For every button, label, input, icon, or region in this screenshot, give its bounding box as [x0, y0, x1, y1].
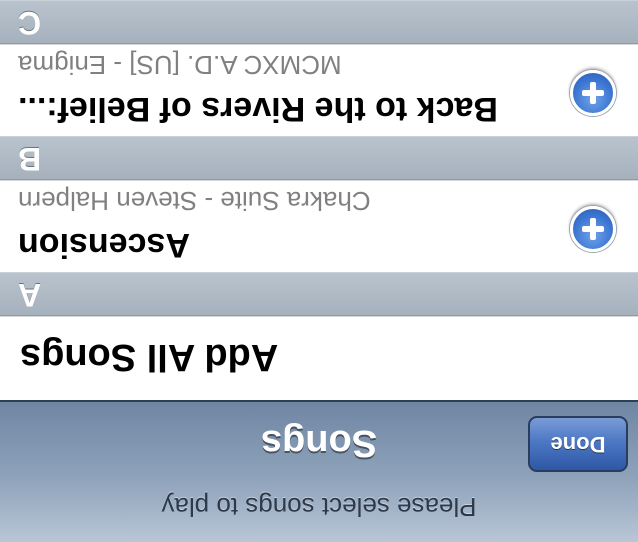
song-picker-screen: Please select songs to play Songs Done A… [0, 0, 638, 542]
navigation-bar: Please select songs to play Songs Done [0, 400, 638, 542]
section-header-c: C [0, 0, 638, 44]
add-all-songs-label: Add All Songs [20, 336, 279, 378]
section-header-a: A [0, 272, 638, 316]
plus-vertical [590, 82, 596, 104]
section-letter: A [18, 277, 42, 313]
song-title: Back to the Rivers of Belief:... [18, 90, 498, 128]
section-header-b: B [0, 136, 638, 180]
add-icon[interactable] [570, 206, 616, 252]
plus-vertical [590, 218, 596, 240]
add-icon[interactable] [570, 70, 616, 116]
add-all-songs-row[interactable]: Add All Songs [0, 316, 638, 400]
done-button[interactable]: Done [528, 416, 628, 472]
song-title: Ascension [18, 226, 190, 264]
navbar-prompt: Please select songs to play [161, 492, 477, 522]
section-letter: B [18, 141, 42, 177]
song-subtitle: MCMXC A.D. [US] - Enigma [18, 50, 342, 80]
section-letter: C [18, 5, 42, 41]
song-subtitle: Chakra Suite - Steven Halpern [18, 186, 371, 216]
song-row[interactable]: Ascension Chakra Suite - Steven Halpern [0, 180, 638, 272]
song-row[interactable]: Back to the Rivers of Belief:... MCMXC A… [0, 44, 638, 136]
